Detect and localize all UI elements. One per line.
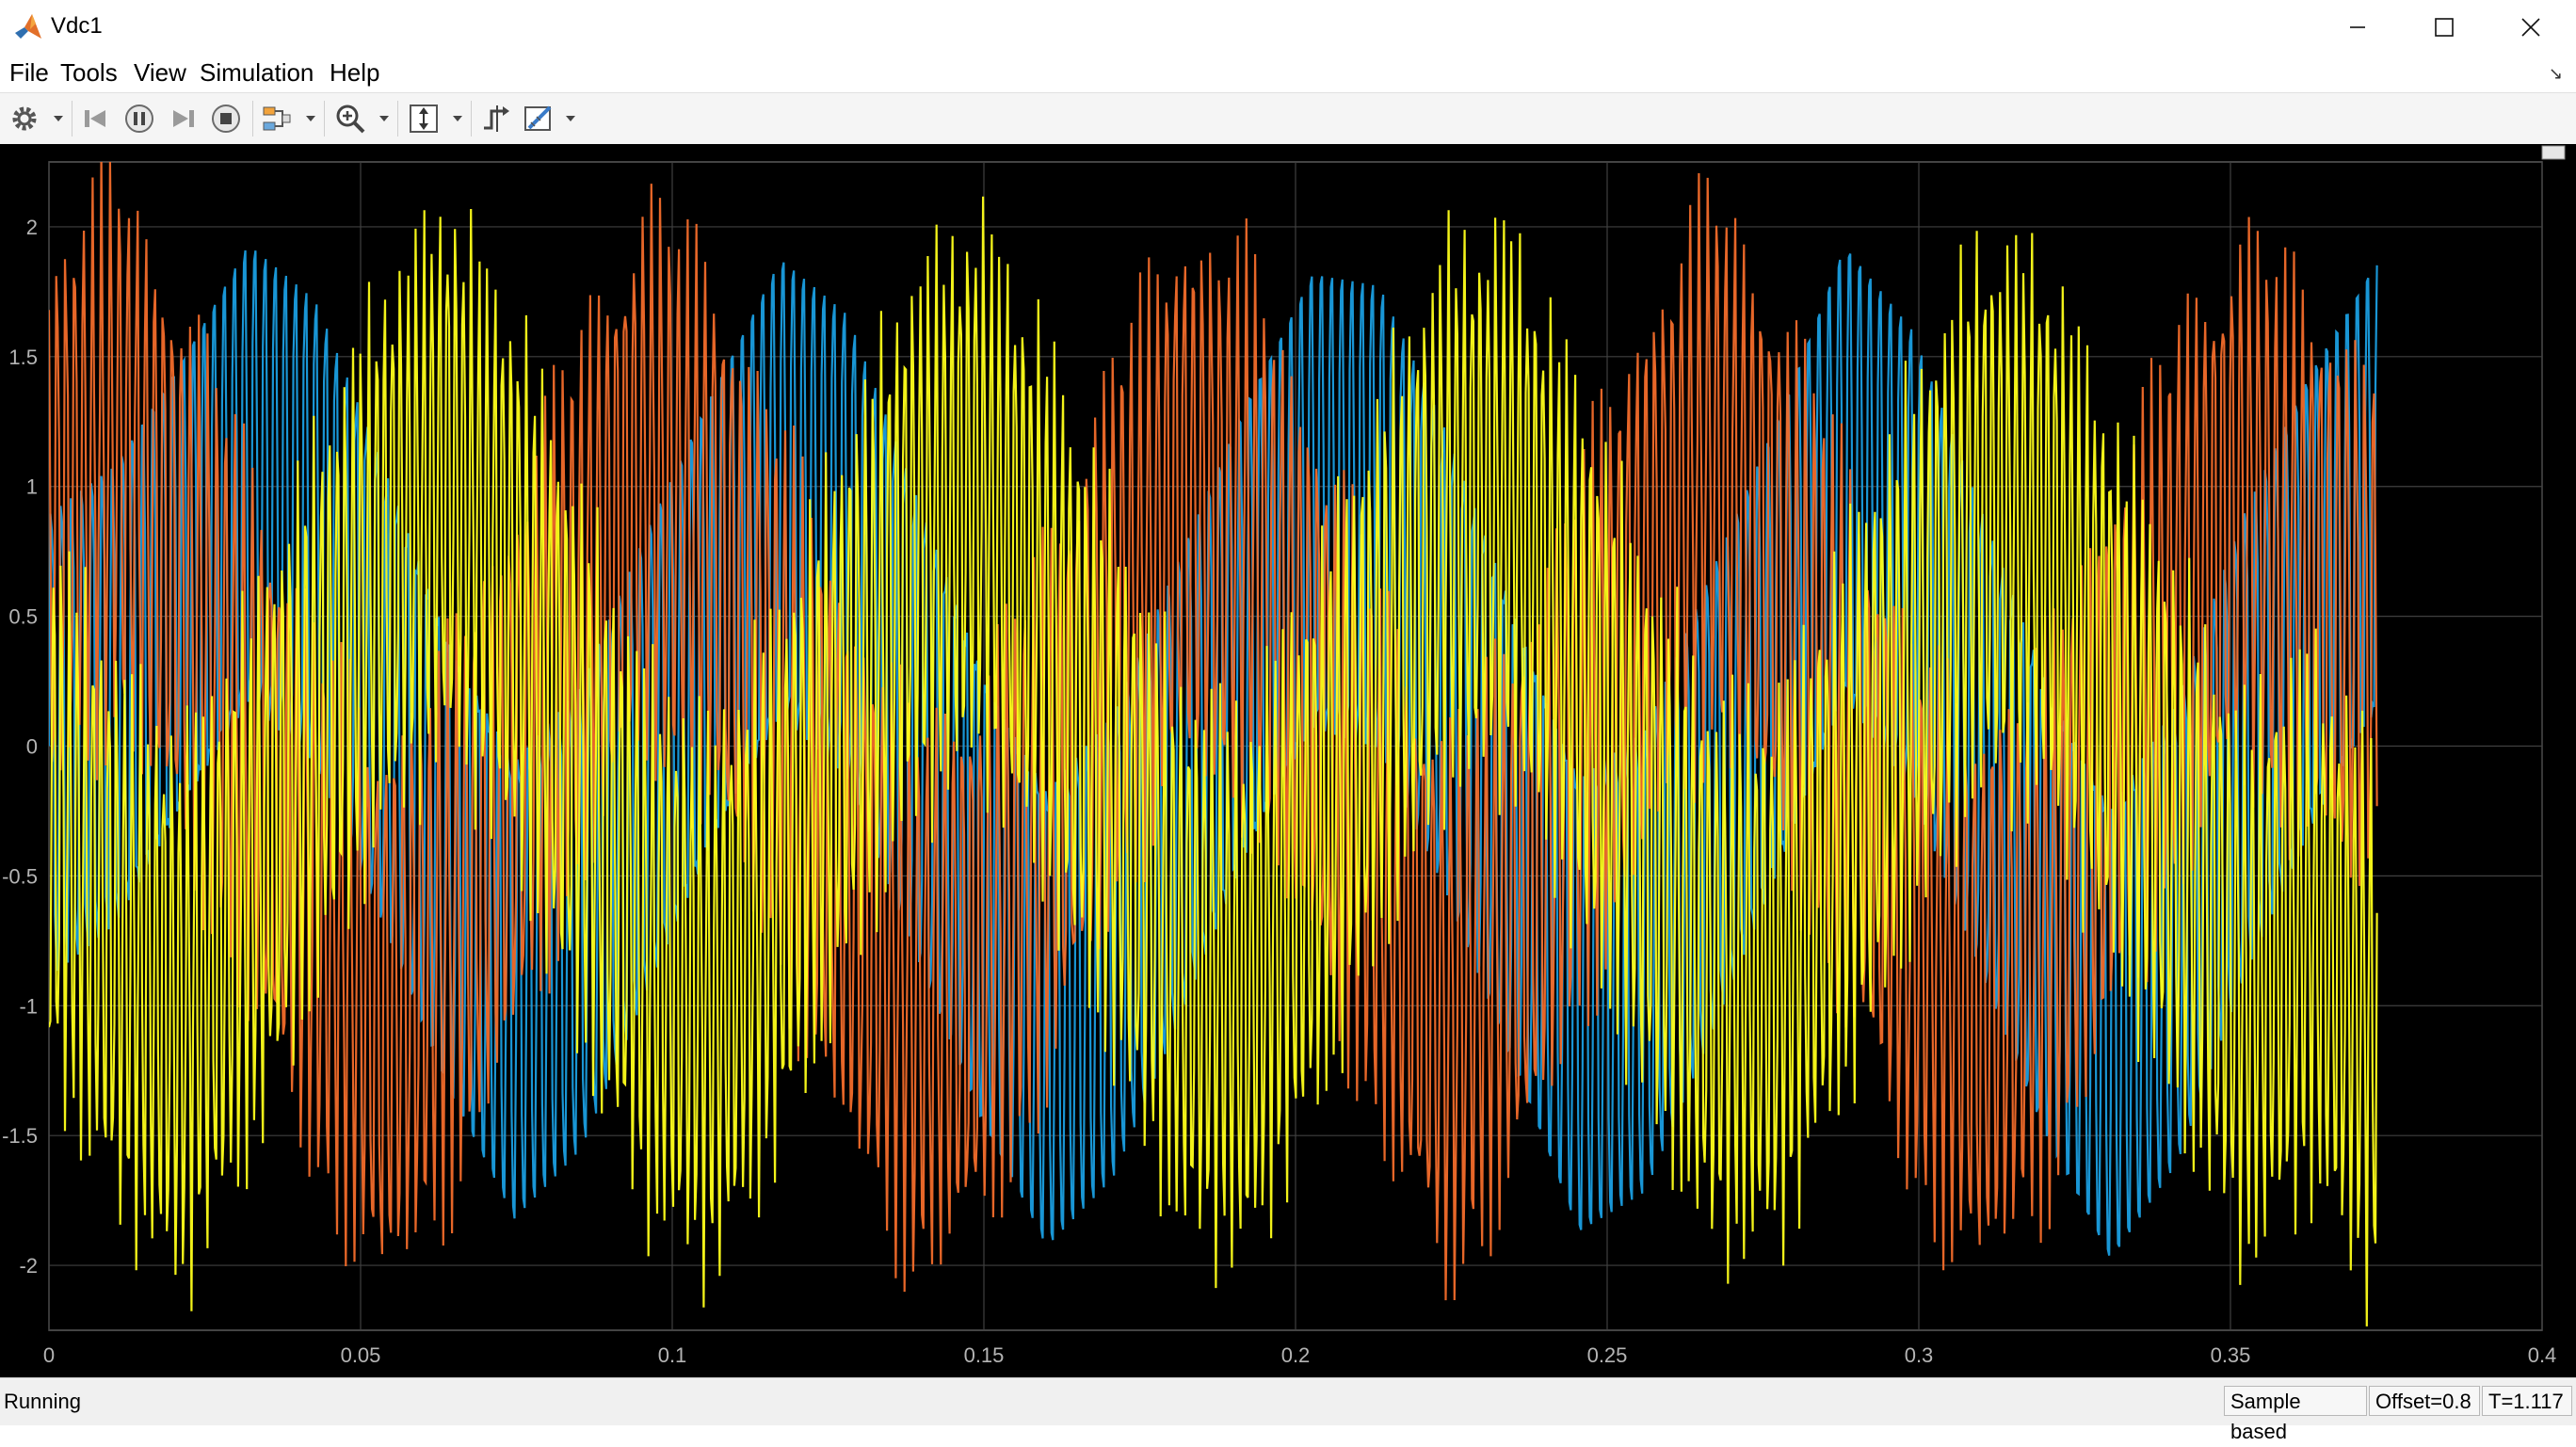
menu-bar: File Tools View Simulation Help ↘ xyxy=(0,55,2576,92)
x-tick-label: 0.15 xyxy=(964,1343,1005,1367)
menu-view[interactable]: View xyxy=(134,58,186,88)
y-tick-label: -0.5 xyxy=(2,864,38,888)
y-tick-label: 2 xyxy=(26,216,38,239)
status-offset: Offset=0.8 xyxy=(2369,1386,2480,1416)
title-bar: Vdc1 xyxy=(0,0,2576,56)
x-tick-label: 0 xyxy=(43,1343,55,1367)
window-title: Vdc1 xyxy=(51,13,103,39)
zoom-dropdown-icon[interactable] xyxy=(378,114,390,123)
maximize-icon xyxy=(2435,18,2454,37)
x-tick-label: 0.1 xyxy=(658,1343,687,1367)
settings-dropdown-icon[interactable] xyxy=(53,114,64,123)
toolbar-separator xyxy=(324,101,325,137)
settings-icon[interactable] xyxy=(8,102,41,136)
toolbar-separator xyxy=(252,101,253,137)
y-tick-label: -1 xyxy=(19,994,38,1018)
toolbar-separator xyxy=(471,101,472,137)
minimize-button[interactable] xyxy=(2314,0,2401,55)
step-forward-icon[interactable] xyxy=(166,102,200,136)
x-tick-label: 0.3 xyxy=(1905,1343,1934,1367)
close-icon xyxy=(2521,18,2540,37)
menu-file[interactable]: File xyxy=(9,58,49,88)
measurements-icon[interactable] xyxy=(522,102,555,136)
status-running: Running xyxy=(4,1390,81,1413)
y-tick-label: 1.5 xyxy=(8,346,38,369)
scale-dropdown-icon[interactable] xyxy=(452,114,463,123)
menu-tools[interactable]: Tools xyxy=(60,58,118,88)
stop-icon[interactable] xyxy=(209,102,243,136)
toolbar-separator xyxy=(397,101,398,137)
triggers-icon[interactable] xyxy=(478,102,512,136)
minimize-icon xyxy=(2350,26,2365,28)
y-tick-label: -2 xyxy=(19,1254,38,1278)
measurements-dropdown-icon[interactable] xyxy=(565,114,576,123)
x-tick-label: 0.2 xyxy=(1281,1343,1311,1367)
y-tick-label: -1.5 xyxy=(2,1124,38,1148)
close-button[interactable] xyxy=(2487,0,2574,55)
x-tick-label: 0.4 xyxy=(2528,1343,2557,1367)
toolbar xyxy=(0,92,2576,145)
x-tick-label: 0.05 xyxy=(341,1343,381,1367)
y-tick-label: 0.5 xyxy=(8,605,38,629)
highlight-block-icon[interactable] xyxy=(260,102,294,136)
scale-axes-icon[interactable] xyxy=(407,102,441,136)
highlight-dropdown-icon[interactable] xyxy=(305,114,316,123)
scope-display[interactable]: 0 0.05 0.1 0.15 0.2 0.25 0.3 0.35 0.4 2 1.5 1 0.5 0 -0… xyxy=(0,144,2576,1377)
y-tick-label: 1 xyxy=(26,475,38,499)
zoom-in-icon[interactable] xyxy=(333,102,367,136)
maximize-button[interactable] xyxy=(2401,0,2487,55)
matlab-icon xyxy=(15,14,41,39)
pause-icon[interactable] xyxy=(122,102,156,136)
menu-help[interactable]: Help xyxy=(330,58,379,88)
status-time: T=1.117 xyxy=(2482,1386,2572,1416)
menu-simulation[interactable]: Simulation xyxy=(200,58,314,88)
dock-arrow-icon[interactable]: ↘ xyxy=(2549,64,2563,84)
x-tick-label: 0.35 xyxy=(2211,1343,2251,1367)
scope-plot[interactable]: 0 0.05 0.1 0.15 0.2 0.25 0.3 0.35 0.4 2 1.5 1 0.5 0 -0… xyxy=(0,144,2576,1377)
undock-axes-icon[interactable] xyxy=(2541,145,2566,160)
status-bar: Running Sample based Offset=0.8 T=1.117 xyxy=(0,1377,2576,1443)
x-tick-label: 0.25 xyxy=(1587,1343,1628,1367)
step-back-icon[interactable] xyxy=(79,102,113,136)
status-sample-mode: Sample based xyxy=(2224,1386,2367,1443)
y-tick-label: 0 xyxy=(26,735,38,759)
